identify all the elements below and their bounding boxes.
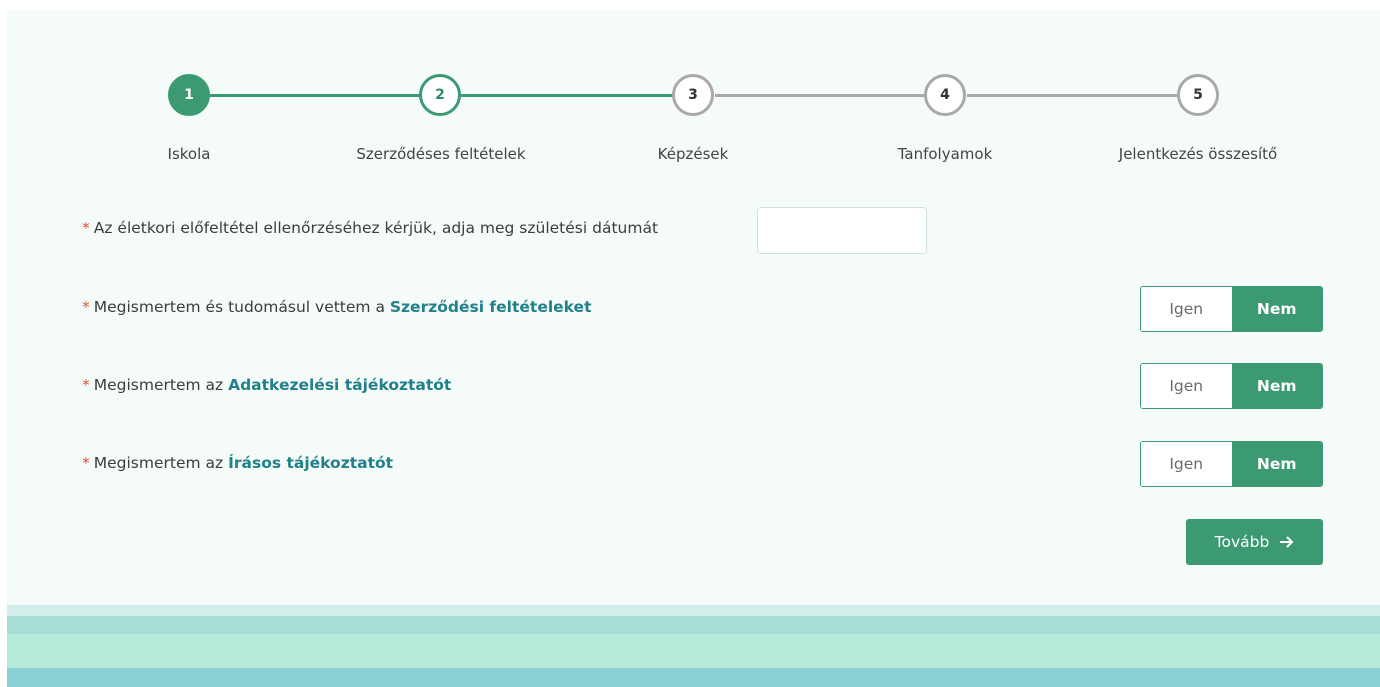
written-info-link[interactable]: Írásos tájékoztatót xyxy=(228,454,393,472)
terms-toggle: Igen Nem xyxy=(1140,286,1323,332)
required-mark: * xyxy=(82,219,90,237)
privacy-label: * Megismertem az Adatkezelési tájékoztató… xyxy=(82,376,451,394)
step-connector-1-2 xyxy=(207,94,437,97)
terms-link[interactable]: Szerződési feltételeket xyxy=(390,298,592,316)
step-1-label: Iskola xyxy=(167,145,211,163)
next-button[interactable]: Tovább xyxy=(1186,519,1323,565)
next-button-label: Tovább xyxy=(1214,533,1270,551)
birthdate-label: * Az életkori előfeltétel ellenőrzéséhez … xyxy=(82,219,658,237)
step-4-label: Tanfolyamok xyxy=(897,145,993,163)
footer-wave-4 xyxy=(7,668,1380,687)
step-5-circle: 5 xyxy=(1177,74,1219,116)
step-connector-4-5 xyxy=(967,94,1197,97)
privacy-no-button[interactable]: Nem xyxy=(1231,364,1322,408)
step-2-circle[interactable]: 2 xyxy=(419,74,461,116)
privacy-toggle: Igen Nem xyxy=(1140,363,1323,409)
written-info-no-button[interactable]: Nem xyxy=(1231,442,1322,486)
required-mark: * xyxy=(82,454,90,472)
arrow-right-icon xyxy=(1280,536,1294,548)
required-mark: * xyxy=(82,298,90,316)
terms-label: * Megismertem és tudomásul vettem a Szerz… xyxy=(82,298,591,316)
step-2-label: Szerződéses feltételek xyxy=(356,145,526,163)
birthdate-label-text: Az életkori előfeltétel ellenőrzéséhez k… xyxy=(93,219,659,237)
birthdate-input[interactable] xyxy=(758,208,926,253)
privacy-yes-button[interactable]: Igen xyxy=(1141,364,1232,408)
footer-wave-3 xyxy=(7,634,1380,669)
step-5-label: Jelentkezés összesítő xyxy=(1118,145,1278,163)
progress-stepper: 1 2 3 4 5 Iskola Szerződéses feltételek … xyxy=(7,10,1380,180)
birthdate-field xyxy=(757,207,927,254)
written-info-yes-button[interactable]: Igen xyxy=(1141,442,1232,486)
written-info-toggle: Igen Nem xyxy=(1140,441,1323,487)
privacy-link[interactable]: Adatkezelési tájékoztatót xyxy=(228,376,451,394)
terms-yes-button[interactable]: Igen xyxy=(1141,287,1232,331)
step-connector-3-4 xyxy=(715,94,945,97)
form-panel: 1 2 3 4 5 Iskola Szerződéses feltételek … xyxy=(7,10,1380,610)
step-1-circle[interactable]: 1 xyxy=(168,74,210,116)
written-info-label: * Megismertem az Írásos tájékoztatót xyxy=(82,454,393,472)
step-4-circle: 4 xyxy=(924,74,966,116)
step-3-circle: 3 xyxy=(672,74,714,116)
footer-wave-2 xyxy=(7,616,1380,636)
privacy-label-text: Megismertem az xyxy=(93,376,229,394)
step-connector-2-3 xyxy=(461,94,693,97)
written-info-label-text: Megismertem az xyxy=(93,454,229,472)
step-3-label: Képzések xyxy=(657,145,729,163)
required-mark: * xyxy=(82,376,90,394)
terms-no-button[interactable]: Nem xyxy=(1231,287,1322,331)
terms-label-text: Megismertem és tudomásul vettem a xyxy=(93,298,390,316)
